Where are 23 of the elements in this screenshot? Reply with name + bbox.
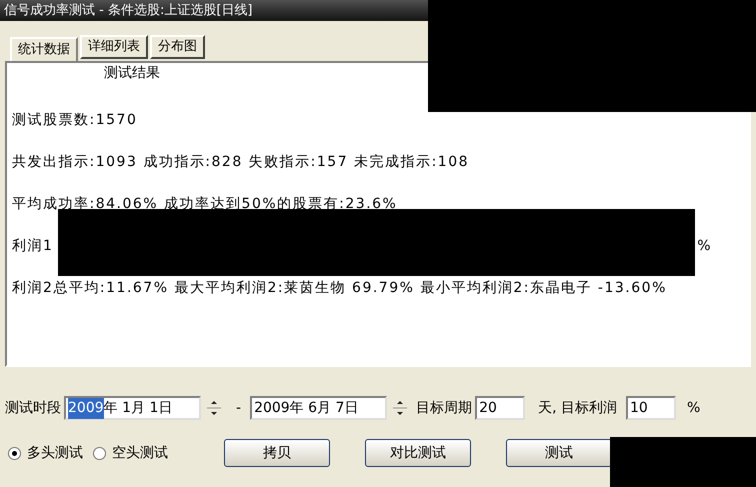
target-period-label: 目标周期 <box>416 398 472 418</box>
tab[interactable]: 统计数据 <box>10 37 78 61</box>
result-line: 利润2总平均:11.67% 最大平均利润2:莱茵生物 69.79% 最小平均利润2:东晶电子 -13.60% <box>12 278 667 298</box>
result-line: 利润1 <box>12 236 54 256</box>
target-period-field[interactable]: 20 <box>475 396 526 420</box>
end-date-field[interactable]: 2009年 6月 7日 <box>250 396 388 420</box>
window-title: 信号成功率测试 - 条件选股:上证选股[日线] <box>4 2 252 20</box>
date-separator: - <box>235 398 242 418</box>
tab[interactable]: 分布图 <box>150 35 205 59</box>
action-button[interactable]: 对比测试 <box>365 439 471 467</box>
tab[interactable]: 详细列表 <box>80 35 148 59</box>
results-heading: 测试结果 <box>103 64 161 83</box>
target-profit-label: 天, 目标利润 <box>538 398 617 418</box>
radio-option[interactable]: 空头测试 <box>93 442 168 464</box>
percent-label: % <box>686 398 700 418</box>
result-line: % <box>697 236 712 256</box>
target-profit-field[interactable]: 10 <box>626 396 676 420</box>
result-line: 测试股票数:1570 <box>12 110 138 130</box>
result-line: 共发出指示:1093 成功指示:828 失败指示:157 未完成指示:108 <box>12 152 470 172</box>
period-label: 测试时段 <box>5 398 61 418</box>
action-button[interactable]: 拷贝 <box>224 439 330 467</box>
action-button[interactable]: 测试 <box>506 439 612 467</box>
radio-option[interactable]: 多头测试 <box>8 442 83 464</box>
